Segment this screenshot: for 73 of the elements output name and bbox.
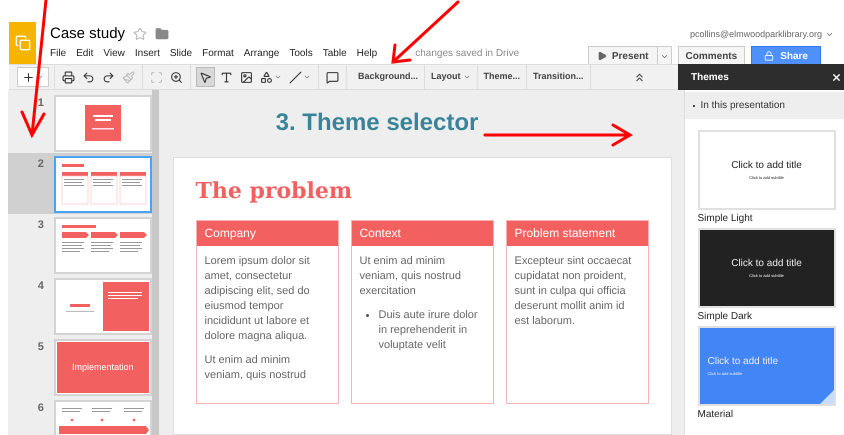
annotation-text: 3. Theme selector	[276, 108, 478, 138]
folder-icon	[155, 26, 170, 40]
card-text: Ut enim ad minim veniam, quis nostrud exercitation	[360, 254, 462, 299]
menu-item[interactable]: Tools	[289, 46, 313, 61]
zoom-icon	[170, 70, 183, 84]
slide-number: 1	[38, 96, 45, 111]
slide-number: 5	[38, 340, 45, 355]
slide-number: 6	[38, 401, 45, 416]
section-label: In this presentation	[700, 99, 785, 113]
menu-item[interactable]: File	[50, 46, 66, 61]
caret-icon	[462, 73, 471, 81]
caret-icon	[303, 73, 311, 81]
lock-icon	[764, 51, 774, 61]
menu-item[interactable]: Table	[322, 46, 347, 61]
theme-section-header[interactable]: In this presentation	[684, 92, 844, 119]
image-icon	[240, 70, 253, 84]
card-heading: Problem statement	[506, 220, 648, 246]
menu-item[interactable]: Format	[202, 46, 234, 61]
line-icon	[289, 70, 302, 84]
menu-item[interactable]: Arrange	[244, 46, 280, 61]
printer-icon	[62, 70, 75, 84]
slide-title: The problem	[196, 180, 354, 202]
card-heading: Context	[352, 220, 492, 246]
slides-logo-icon	[14, 35, 30, 51]
menu-item[interactable]: Insert	[134, 46, 160, 61]
theme-name: Simple Dark	[698, 311, 753, 323]
save-status: changes saved in Drive	[415, 47, 520, 61]
slide-title: Implementation	[72, 360, 134, 374]
card-text: Duis aute irure dolor in reprehenderit in voluptate velit	[378, 308, 479, 353]
redo-icon	[102, 70, 115, 84]
comment-icon	[326, 70, 339, 84]
play-icon	[596, 51, 607, 61]
pointer-icon	[199, 70, 212, 84]
menu-item[interactable]: Help	[356, 46, 378, 61]
plus-icon	[22, 70, 35, 84]
toolbar-text-button[interactable]: Transition...	[527, 65, 591, 89]
toolbar-button[interactable]	[17, 67, 49, 87]
fit-frame-icon	[150, 70, 163, 84]
document-title[interactable]: Case study	[50, 26, 126, 41]
slide-thumbnail[interactable]	[56, 158, 150, 211]
caret-icon	[274, 73, 282, 81]
bullet-icon	[366, 314, 368, 317]
toolbar-text-button[interactable]: Background...	[352, 65, 426, 89]
shapes-icon	[260, 70, 273, 84]
theme-preview-title: Click to add title	[708, 356, 778, 369]
toolbar-text-button[interactable]: Theme...	[478, 65, 528, 89]
undo-icon	[82, 70, 95, 84]
menu-item[interactable]: Slide	[170, 46, 192, 61]
slide-thumbnail[interactable]	[56, 219, 150, 272]
slide-thumbnail[interactable]	[56, 280, 150, 333]
menu-item[interactable]: Edit	[76, 46, 94, 61]
theme-preview-title: Click to add title	[731, 160, 802, 173]
slide-number: 2	[38, 157, 45, 172]
panel-title: Themes	[691, 70, 729, 84]
menu-item[interactable]: View	[103, 46, 125, 61]
slide-number: 3	[38, 218, 45, 233]
comments-button[interactable]: Comments	[678, 46, 746, 66]
card-text: Ut enim ad minim veniam, quis nostrud	[204, 352, 307, 383]
close-icon	[831, 72, 842, 82]
theme-name: Simple Light	[698, 213, 754, 225]
slide-thumbnail[interactable]	[56, 97, 150, 150]
text-box-icon	[220, 70, 233, 84]
card-heading: Company	[196, 220, 338, 246]
theme-preview-title: Click to add title	[731, 258, 802, 271]
account-email[interactable]: pcollins@elmwoodparklibrary.org	[690, 28, 822, 42]
toolbar-text-button[interactable]: Layout	[425, 65, 478, 89]
card-text: Lorem ipsum dolor sit amet, consectetur adipiscing elit, sed do eiusmod tempor incididunt ut labore et dolore magna aliqua.	[204, 254, 311, 344]
theme-name: Material	[698, 409, 734, 421]
slide-number: 4	[38, 279, 45, 294]
card-text: Excepteur sint occaecat cupidatat non proident, sunt in culpa qui officia deserunt mollit anim id est laborum.	[514, 254, 632, 329]
present-button[interactable]: Present	[588, 46, 658, 66]
toolbar-button[interactable]	[196, 67, 215, 87]
page-curl-icon	[820, 390, 834, 404]
